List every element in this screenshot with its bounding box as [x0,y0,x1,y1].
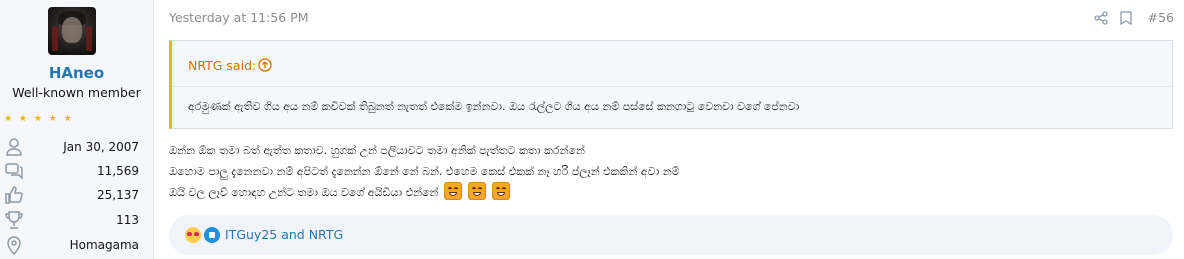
quote-author[interactable]: NRTG said: [188,58,256,73]
post-actions: #56 [1054,9,1174,27]
stat-location: Homagama [0,235,153,257]
stat-reactions: 25,137 [0,185,153,207]
grin-emoji-icon [444,182,463,200]
stat-joined: Jan 30, 2007 [0,137,153,159]
forum-post: HAneo Well-known member ★ ★ ★ ★ ★ Jan 30… [0,0,1184,259]
grin-emoji-icon [492,182,511,200]
message-line-with-emoji: ඔයි වල ලෑව් හොඳහ උන්ට තමා ඔය වගේ අයිඩියා… [169,182,680,203]
avatar[interactable] [48,7,96,55]
message-line: ඔන්න ඕක තමා බත් ඇත්ත කතාව. හුගක් උන් පලි… [169,144,585,157]
user-sidebar: HAneo Well-known member ★ ★ ★ ★ ★ Jan 30… [0,0,154,259]
love-emoji-icon [185,227,201,243]
post-number[interactable]: #56 [1148,10,1174,25]
quote-text: අරමුණක් ඇතිව ගිය අය නම් කවිවක් තිබුනත් න… [188,100,800,113]
messages-count: 11,569 [97,164,139,178]
thumbs-up-icon [5,186,23,204]
reaction-users[interactable]: ITGuy25 and NRTG [225,227,343,242]
post-timestamp[interactable]: Yesterday at 11:56 PM [169,10,309,25]
trophy-icon [5,211,23,229]
reactions-bar: ITGuy25 and NRTG [169,215,1173,255]
message-line: ඔහොම පාලු දැනෙනවා නම් අපිටත් දැනෙන්න ඕනේ… [169,165,680,178]
stat-messages: 11,569 [0,161,153,183]
username[interactable]: HAneo [0,64,153,82]
stat-points: 113 [0,210,153,232]
messages-icon [5,163,23,180]
user-icon [6,138,22,156]
arrow-up-circle-icon[interactable] [258,58,272,72]
quote-block: NRTG said: අරමුණක් ඇතිව ගිය අය නම් කවිවක… [169,40,1173,129]
location-pin-icon [7,236,21,255]
like-icon [204,227,220,243]
bookmark-icon[interactable] [1120,11,1132,25]
post-message: ඔන්න ඕක තමා බත් ඇත්ත කතාව. හුගක් උන් පලි… [169,140,680,203]
quote-header: NRTG said: [172,41,1172,87]
share-icon[interactable] [1094,11,1108,25]
location[interactable]: Homagama [70,238,139,252]
grin-emoji-icon [468,182,487,200]
points-count: 113 [116,213,139,227]
rank-stars: ★ ★ ★ ★ ★ [4,114,74,124]
reactions-count: 25,137 [97,188,139,202]
post-main: Yesterday at 11:56 PM #56 NRTG said: අරම… [154,0,1184,259]
message-line: ඔයි වල ලෑව් හොඳහ උන්ට තමා ඔය වගේ අයිඩියා… [169,186,439,199]
user-title: Well-known member [12,85,141,100]
joined-date: Jan 30, 2007 [63,140,139,154]
